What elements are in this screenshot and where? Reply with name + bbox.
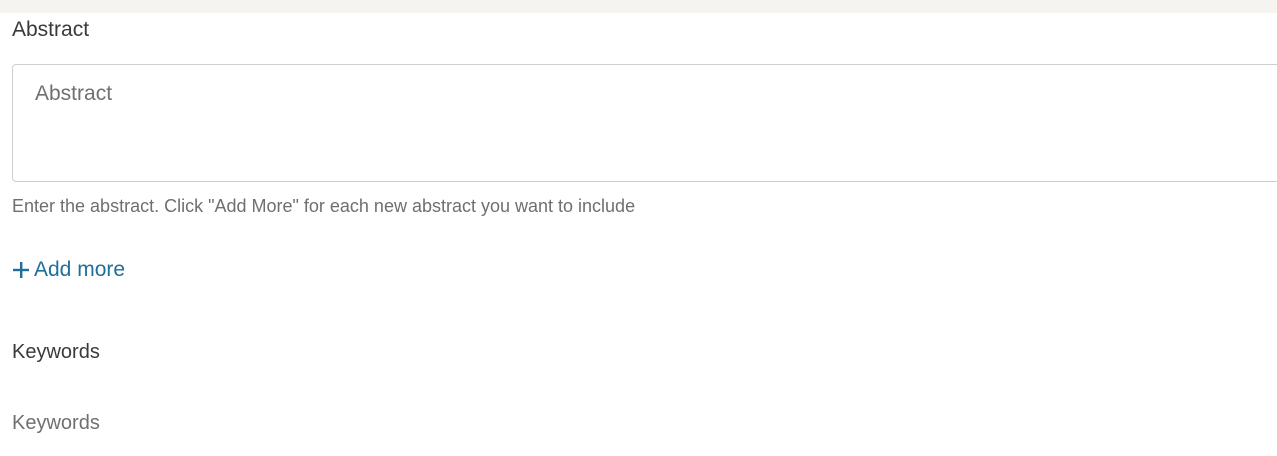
keywords-input[interactable] bbox=[12, 406, 1272, 440]
abstract-help-text: Enter the abstract. Click "Add More" for… bbox=[12, 196, 636, 216]
abstract-label: Abstract bbox=[12, 18, 90, 41]
add-more-abstract-link[interactable]: Add more bbox=[12, 256, 125, 284]
add-more-label: Add more bbox=[34, 258, 126, 281]
plus-icon bbox=[12, 261, 30, 279]
keywords-label: Keywords bbox=[12, 341, 100, 363]
abstract-keywords-form: Abstract Enter the abstract. Click "Add … bbox=[0, 13, 1277, 456]
abstract-field-container bbox=[12, 64, 1277, 182]
abstract-textarea[interactable] bbox=[13, 65, 1277, 181]
